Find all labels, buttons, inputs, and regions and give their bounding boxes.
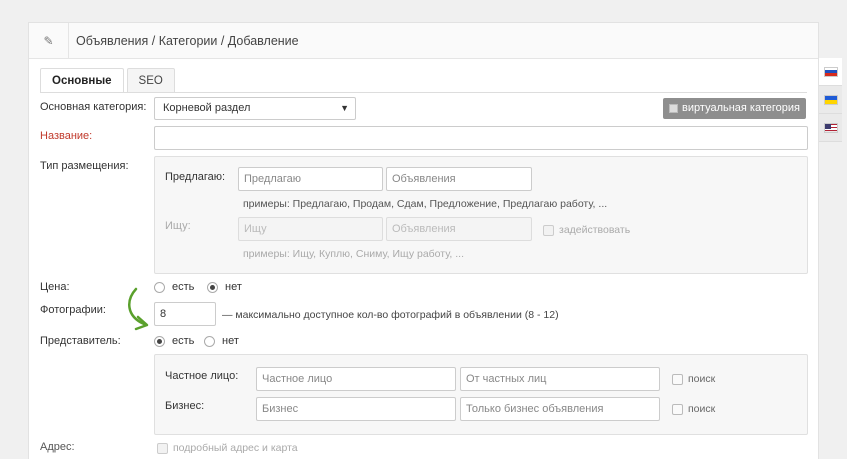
radio-icon bbox=[207, 281, 218, 293]
address-map-checkbox[interactable]: подробный адрес и карта bbox=[157, 442, 298, 454]
private-label: Частное лицо: bbox=[165, 370, 239, 382]
checkbox-icon bbox=[157, 442, 168, 454]
radio-icon bbox=[154, 281, 165, 293]
photos-label: Фотографии: bbox=[40, 304, 106, 316]
business-label: Бизнес: bbox=[165, 400, 205, 412]
tab-bar: Основные SEO bbox=[40, 68, 178, 93]
language-us-button[interactable] bbox=[819, 114, 842, 142]
offer-hint: примеры: Предлагаю, Продам, Сдам, Предло… bbox=[243, 198, 608, 210]
language-ru-button[interactable] bbox=[819, 58, 842, 86]
representative-label: Представитель: bbox=[40, 335, 121, 347]
price-radio-yes-label: есть bbox=[172, 281, 195, 293]
edit-icon: ✎ bbox=[29, 22, 69, 59]
radio-icon bbox=[204, 335, 215, 347]
checkbox-icon bbox=[669, 104, 679, 113]
flag-us-icon bbox=[823, 122, 838, 133]
photos-hint: — максимально доступное кол-во фотографи… bbox=[222, 309, 559, 321]
price-radio-no-label: нет bbox=[225, 281, 242, 293]
tab-main[interactable]: Основные bbox=[40, 68, 124, 93]
address-map-label: подробный адрес и карта bbox=[173, 442, 298, 454]
flag-ru-icon bbox=[823, 66, 838, 77]
business-search-checkbox[interactable]: поиск bbox=[672, 403, 715, 415]
offer-label: Предлагаю: bbox=[165, 171, 226, 183]
card-header: ✎ Объявления / Категории / Добавление bbox=[29, 22, 818, 59]
placement-panel: Предлагаю: примеры: Предлагаю, Продам, С… bbox=[154, 156, 808, 274]
seek-input-2[interactable] bbox=[386, 217, 532, 241]
representative-radio-yes[interactable]: есть bbox=[154, 335, 194, 347]
representative-radio-yes-label: есть bbox=[172, 335, 195, 347]
offer-input-1[interactable] bbox=[238, 167, 383, 191]
language-ua-button[interactable] bbox=[819, 86, 842, 114]
offer-input-2[interactable] bbox=[386, 167, 532, 191]
representative-radio-no-label: нет bbox=[222, 335, 239, 347]
tab-seo[interactable]: SEO bbox=[126, 68, 175, 93]
category-form-card: ✎ Объявления / Категории / Добавление Ос… bbox=[28, 22, 819, 459]
seek-label: Ищу: bbox=[165, 220, 191, 232]
private-search-checkbox[interactable]: поиск bbox=[672, 373, 715, 385]
representative-radio-no[interactable]: нет bbox=[204, 335, 239, 347]
business-input-2[interactable] bbox=[460, 397, 660, 421]
radio-icon bbox=[154, 335, 165, 347]
seek-input-1[interactable] bbox=[238, 217, 383, 241]
category-select[interactable]: Корневой раздел ▼ bbox=[154, 97, 356, 120]
seek-hint: примеры: Ищу, Куплю, Сниму, Ищу работу, … bbox=[243, 248, 464, 260]
seek-enable-label: задействовать bbox=[559, 224, 631, 236]
private-input-1[interactable] bbox=[256, 367, 456, 391]
language-sidebar bbox=[819, 58, 842, 142]
private-search-label: поиск bbox=[688, 373, 716, 385]
breadcrumb: Объявления / Категории / Добавление bbox=[76, 33, 299, 48]
address-label: Адрес: bbox=[40, 441, 75, 453]
virtual-category-label: виртуальная категория bbox=[682, 102, 800, 114]
tab-divider bbox=[40, 92, 807, 93]
representative-panel: Частное лицо: поиск Бизнес: поиск bbox=[154, 354, 808, 435]
placement-label: Тип размещения: bbox=[40, 160, 129, 172]
chevron-down-icon: ▼ bbox=[340, 103, 349, 113]
flag-ua-icon bbox=[823, 94, 838, 105]
price-radio-no[interactable]: нет bbox=[207, 281, 242, 293]
price-label: Цена: bbox=[40, 281, 70, 293]
seek-enable-checkbox[interactable]: задействовать bbox=[543, 224, 630, 236]
virtual-category-button[interactable]: виртуальная категория bbox=[663, 98, 806, 119]
checkbox-icon bbox=[672, 403, 683, 415]
checkbox-icon bbox=[672, 373, 683, 385]
category-select-value: Корневой раздел bbox=[163, 102, 251, 114]
name-input[interactable] bbox=[154, 126, 808, 150]
category-label: Основная категория: bbox=[40, 101, 147, 113]
price-radio-yes[interactable]: есть bbox=[154, 281, 194, 293]
photos-count-input[interactable] bbox=[154, 302, 216, 326]
checkbox-icon bbox=[543, 224, 554, 236]
name-label: Название: bbox=[40, 130, 93, 142]
business-search-label: поиск bbox=[688, 403, 716, 415]
business-input-1[interactable] bbox=[256, 397, 456, 421]
private-input-2[interactable] bbox=[460, 367, 660, 391]
hint-arrow-icon bbox=[128, 287, 149, 331]
